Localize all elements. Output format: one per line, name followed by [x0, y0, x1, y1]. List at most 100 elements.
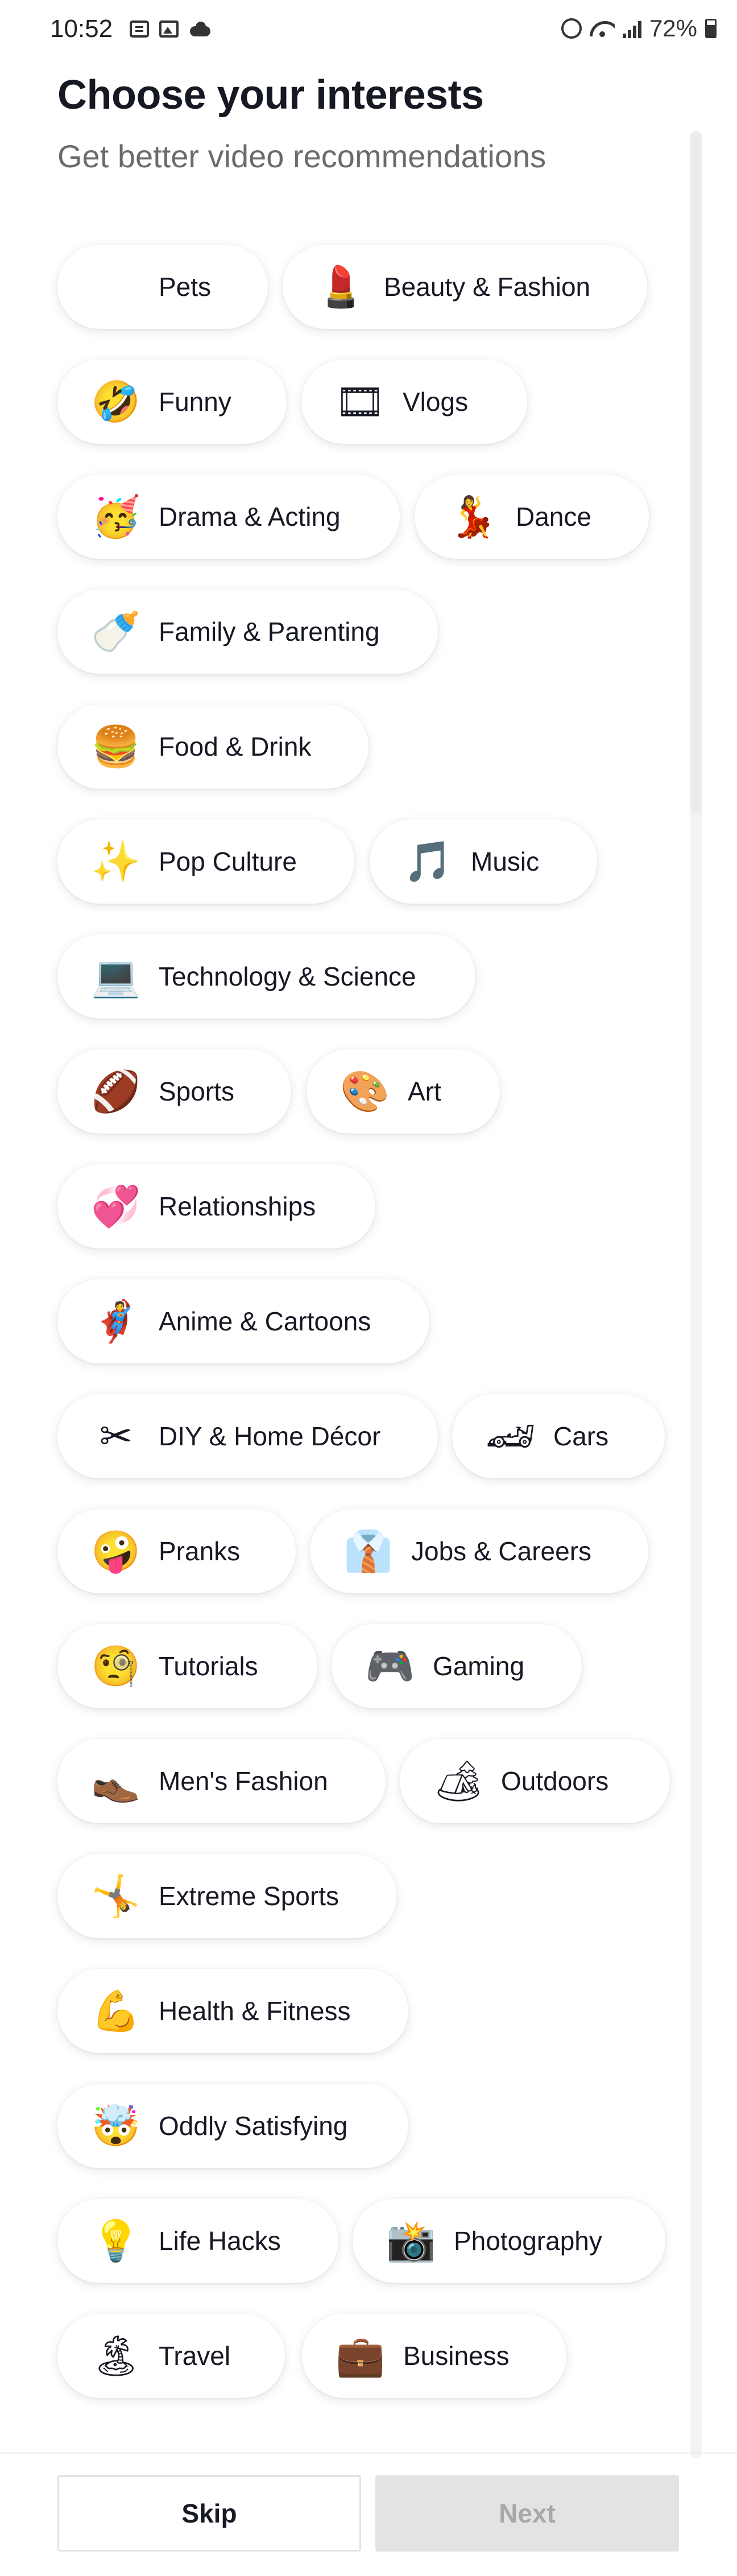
interest-label: Pop Culture — [159, 847, 297, 876]
interest-label: Vlogs — [403, 387, 469, 417]
monocle-face-icon: 🧐 — [91, 1643, 141, 1689]
interest-chip[interactable]: 🏈 Sports — [57, 1049, 291, 1134]
interest-chip[interactable]: 💄 Beauty & Fashion — [283, 245, 647, 329]
zany-face-icon: 🤪 — [91, 1528, 141, 1575]
interest-chip[interactable]: ✨ Pop Culture — [57, 819, 354, 904]
interest-label: Extreme Sports — [159, 1881, 339, 1911]
interest-label: Drama & Acting — [159, 502, 341, 531]
interest-chip[interactable]: 🤸 Extreme Sports — [57, 1854, 396, 1938]
briefcase-icon: 💼 — [336, 2332, 386, 2379]
cloud-icon — [189, 20, 212, 38]
interest-label: Tutorials — [159, 1651, 258, 1681]
scrollbar-thumb[interactable] — [690, 131, 702, 814]
interest-chip[interactable]: Pets — [57, 245, 268, 329]
exploding-head-icon: 🤯 — [91, 2103, 141, 2149]
interest-label: Sports — [159, 1077, 234, 1106]
interest-label: Pets — [159, 272, 212, 302]
interest-chip[interactable]: 🤯 Oddly Satisfying — [57, 2084, 408, 2168]
interest-chip[interactable]: 💼 Business — [302, 2314, 566, 2398]
interest-chip[interactable]: 🤣 Funny — [57, 360, 287, 444]
interest-chip[interactable]: 🦸 Anime & Cartoons — [57, 1279, 429, 1363]
interest-chip[interactable]: 🎞 Vlogs — [301, 360, 527, 444]
interest-label: Travel — [159, 2341, 231, 2371]
interest-chip[interactable]: 🍼 Family & Parenting — [57, 590, 438, 674]
camera-flash-icon: 📸 — [386, 2218, 436, 2264]
race-car-icon: 🏎 — [485, 1413, 536, 1460]
image-icon — [159, 20, 179, 38]
message-icon — [130, 20, 149, 38]
wifi-icon — [590, 19, 615, 38]
interest-chip[interactable]: 🤪 Pranks — [57, 1509, 296, 1593]
interest-label: Outdoors — [501, 1766, 609, 1796]
scissors-icon: ✂ — [99, 1413, 133, 1460]
battery-percent: 72% — [649, 15, 697, 42]
necktie-icon: 👔 — [343, 1528, 394, 1575]
flexed-biceps-icon: 💪 — [91, 1988, 141, 2034]
lipstick-icon: 💄 — [316, 263, 366, 310]
page-title: Choose your interests — [57, 72, 484, 118]
interest-label: Art — [408, 1077, 441, 1106]
interest-label: Men's Fashion — [159, 1766, 328, 1796]
music-note-icon: 🎵 — [403, 838, 453, 885]
interest-chip[interactable]: 🎨 Art — [307, 1049, 500, 1134]
interest-label: Photography — [454, 2226, 602, 2256]
notification-icons — [130, 20, 212, 38]
status-time: 10:52 — [50, 15, 113, 43]
interest-chip[interactable]: 💪 Health & Fitness — [57, 1969, 408, 2053]
alarm-icon — [561, 18, 582, 39]
interest-chip[interactable]: 👔 Jobs & Careers — [310, 1509, 648, 1593]
skip-button[interactable]: Skip — [57, 2475, 361, 2552]
interest-chip[interactable]: 🧐 Tutorials — [57, 1624, 317, 1708]
interest-label: Health & Fitness — [159, 1996, 351, 2026]
superhero-icon: 🦸 — [91, 1298, 141, 1345]
interest-chip[interactable]: 💞 Relationships — [57, 1164, 375, 1248]
interest-label: Family & Parenting — [159, 617, 380, 646]
interest-chip[interactable]: 📸 Photography — [353, 2199, 665, 2283]
interest-chip[interactable]: 🏕 Outdoors — [400, 1739, 670, 1823]
cartwheel-icon: 🤸 — [91, 1873, 141, 1919]
baby-bottle-icon: 🍼 — [91, 608, 141, 655]
interest-chip[interactable]: 🎮 Gaming — [332, 1624, 582, 1708]
interest-chip[interactable]: 🎵 Music — [370, 819, 597, 904]
party-face-icon: 🥳 — [91, 493, 141, 540]
interest-label: Pranks — [159, 1536, 241, 1566]
interest-chip[interactable]: 👞 Men's Fashion — [57, 1739, 386, 1823]
interest-label: Relationships — [159, 1192, 316, 1221]
laptop-icon: 💻 — [91, 953, 141, 1000]
interest-label: Dance — [516, 502, 591, 531]
system-icons: 72% — [561, 15, 717, 42]
interest-chip[interactable]: 🏝 Travel — [57, 2314, 285, 2398]
interest-chip[interactable]: 💻 Technology & Science — [57, 934, 475, 1019]
interest-chip[interactable]: 💃 Dance — [415, 475, 649, 559]
interest-chip[interactable]: 🏎 Cars — [452, 1394, 665, 1478]
football-icon: 🏈 — [91, 1068, 141, 1115]
interest-label: Beauty & Fashion — [384, 272, 591, 302]
interest-chip[interactable]: 🍔 Food & Drink — [57, 704, 368, 789]
interest-label: Anime & Cartoons — [159, 1306, 371, 1336]
interest-label: Funny — [159, 387, 231, 417]
interest-label: DIY & Home Décor — [159, 1421, 381, 1451]
beach-umbrella-icon: 🏝 — [90, 2332, 142, 2379]
interest-label: Business — [403, 2341, 510, 2371]
revolving-hearts-icon: 💞 — [91, 1183, 141, 1230]
signal-icon — [622, 19, 641, 38]
interest-label: Music — [471, 847, 540, 876]
palette-icon: 🎨 — [340, 1068, 390, 1115]
next-button[interactable]: Next — [375, 2475, 679, 2552]
interest-chip[interactable]: 💡 Life Hacks — [57, 2199, 338, 2283]
interest-chip[interactable]: ✂ DIY & Home Décor — [57, 1394, 438, 1478]
interest-chip[interactable]: 🥳 Drama & Acting — [57, 475, 400, 559]
interest-label: Food & Drink — [159, 732, 312, 761]
dancer-icon: 💃 — [448, 493, 498, 540]
game-controller-icon: 🎮 — [365, 1643, 415, 1689]
interest-label: Jobs & Careers — [411, 1536, 592, 1566]
scrollbar[interactable] — [690, 131, 702, 2458]
pets-icon — [92, 262, 140, 311]
interest-label: Cars — [553, 1421, 609, 1451]
film-frames-icon: 🎞 — [334, 378, 386, 425]
status-bar: 10:52 72% — [0, 0, 737, 64]
interest-label: Technology & Science — [159, 962, 416, 991]
mans-shoe-icon: 👞 — [91, 1758, 141, 1804]
laughing-face-icon: 🤣 — [91, 378, 141, 425]
page-subtitle: Get better video recommendations — [57, 138, 546, 174]
